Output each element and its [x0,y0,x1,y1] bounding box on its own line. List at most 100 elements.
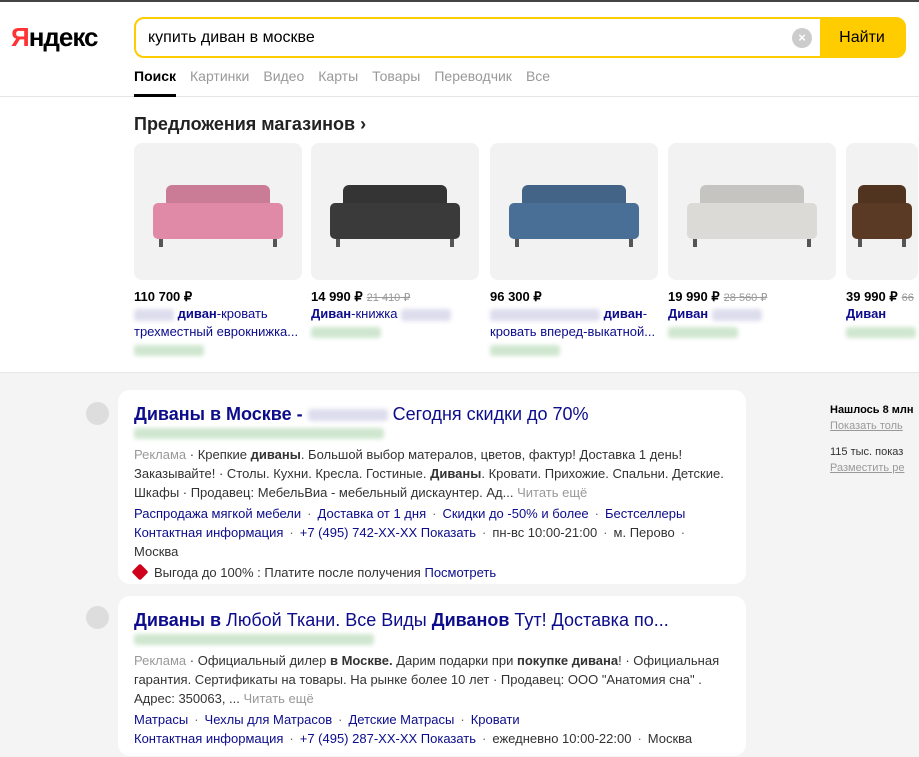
ad-label: Реклама [134,447,187,462]
text: в Москве. [329,653,393,668]
city: Москва [134,544,179,559]
title-part: Диваны в Москве - [134,404,308,424]
tag-icon [131,563,149,581]
name-bold: диван [177,306,217,321]
price: 19 990 ₽ [668,289,720,304]
find-button[interactable]: Найти [820,19,904,56]
yandex-logo[interactable]: Яндекс [11,22,98,53]
product-card[interactable]: 96 300 ₽ диван-кровать вперед-выкатной..… [490,143,658,356]
price: 14 990 ₽ [311,289,363,304]
sitelink[interactable]: Распродажа мягкой мебели [134,506,301,521]
read-more-link[interactable]: Читать ещё [244,691,314,706]
contact-link[interactable]: Контактная информация [134,525,283,540]
product-image [668,143,836,280]
product-image [311,143,479,280]
product-card[interactable]: 110 700 ₽ диван-кровать трехместный евро… [134,143,302,356]
blurred-text [134,308,174,321]
promo-text: Выгода до 100% : Платите после получения [154,565,421,580]
show-only-link[interactable]: Показать толь [830,418,916,434]
search-box: × Найти [134,17,906,58]
tab-search[interactable]: Поиск [134,68,177,97]
text: · Официальный дилер [186,653,330,668]
blurred-text [307,409,388,422]
text: диваны [250,447,301,462]
blurred-shop [311,327,381,338]
result-snippet: Реклама · Крепкие диваны. Большой выбор … [134,445,730,502]
search-input[interactable] [136,19,820,56]
contacts: Контактная информация · +7 (495) 287-XX-XX… [134,731,693,746]
old-price: 28 560 ₽ [723,292,768,304]
place-ad-link[interactable]: Разместить ре [830,460,916,476]
favicon [86,402,109,425]
promo: Выгода до 100% : Платите после получения… [131,563,730,582]
sitelink[interactable]: Кровати [471,712,520,727]
price: 110 700 ₽ [134,289,193,304]
clear-icon[interactable]: × [792,28,812,48]
right-sidebar: Нашлось 8 млн Показать толь 115 тыс. пок… [830,402,916,476]
product-image [846,143,918,280]
product-price: 96 300 ₽ [490,289,658,305]
title-part: Диваны в [134,610,222,630]
product-name[interactable]: диван-кровать вперед-выкатной... [490,305,658,341]
phone-link[interactable]: +7 (495) 287-XX-XX Показать [300,731,476,746]
metro: м. Перово [613,525,675,540]
tab-all[interactable]: Все [526,68,550,97]
product-name[interactable]: диван-кровать трехместный еврокнижка... [134,305,302,341]
product-name[interactable]: Диван [846,305,918,323]
tab-video[interactable]: Видео [263,68,304,97]
sitelinks: Матрасы · Чехлы для Матрасов · Детские Матра… [134,712,520,727]
result-title[interactable]: Диваны в Москве - Сегодня скидки до 70% [134,402,730,426]
header: Яндекс × Найти Поиск Картинки Видео Карт… [0,2,919,97]
product-name[interactable]: Диван-книжка [311,305,479,323]
product-price: 14 990 ₽21 410 ₽ [311,289,479,305]
sitelink[interactable]: Доставка от 1 дня [318,506,427,521]
blurred-shop [134,345,204,356]
tab-translate[interactable]: Переводчик [434,68,512,97]
phone-link[interactable]: +7 (495) 742-XX-XX Показать [300,525,476,540]
title-part: Диванов [431,610,510,630]
title-part: Сегодня скидки до 70% [392,404,589,424]
old-price: 66 [901,292,914,304]
price: 96 300 ₽ [490,289,542,304]
name-bold: Диван [846,306,887,321]
sofa-image [330,185,460,247]
read-more-link[interactable]: Читать ещё [517,485,587,500]
title-part: Любой Ткани. Все Виды [221,610,432,630]
product-card[interactable]: 19 990 ₽28 560 ₽ Диван [668,143,836,338]
title-part: Тут! Доставка по... [509,610,669,630]
blurred-text [401,308,452,321]
sitelink[interactable]: Детские Матрасы [348,712,454,727]
product-price: 39 990 ₽66 [846,289,918,305]
sitelink[interactable]: Скидки до -50% и более [442,506,588,521]
tab-images[interactable]: Картинки [190,68,249,97]
text: Диваны [430,466,482,481]
tab-maps[interactable]: Карты [318,68,358,97]
contact-link[interactable]: Контактная информация [134,731,283,746]
sitelinks: Распродажа мягкой мебели · Доставка от 1 д… [134,506,686,521]
name-bold: диван [603,306,643,321]
shop-offers-title[interactable]: Предложения магазинов › [134,114,366,135]
product-card[interactable]: 39 990 ₽66 Диван [846,143,918,338]
hours: ежедневно 10:00-22:00 [492,731,632,746]
blurred-url [134,634,374,645]
sitelink[interactable]: Чехлы для Матрасов [205,712,333,727]
text: покупке дивана [517,653,619,668]
product-card[interactable]: 14 990 ₽21 410 ₽ Диван-книжка [311,143,479,338]
sitelink[interactable]: Бестселлеры [605,506,685,521]
name-bold: Диван [311,306,352,321]
tab-products[interactable]: Товары [372,68,420,97]
result-title[interactable]: Диваны в Любой Ткани. Все Виды Диванов Т… [134,608,730,632]
promo-link[interactable]: Посмотреть [424,565,496,580]
contacts: Контактная информация · +7 (495) 742-XX-XX… [134,525,686,559]
sitelink[interactable]: Матрасы [134,712,188,727]
sofa-image [153,185,283,247]
blurred-url [134,428,384,439]
product-name[interactable]: Диван [668,305,836,323]
text: · Крепкие [186,447,251,462]
product-price: 110 700 ₽ [134,289,302,305]
ad-label: Реклама [134,653,187,668]
search-tabs: Поиск Картинки Видео Карты Товары Перево… [134,68,550,97]
text: Дарим подарки при [392,653,518,668]
old-price: 21 410 ₽ [366,292,411,304]
name-bold: Диван [668,306,709,321]
